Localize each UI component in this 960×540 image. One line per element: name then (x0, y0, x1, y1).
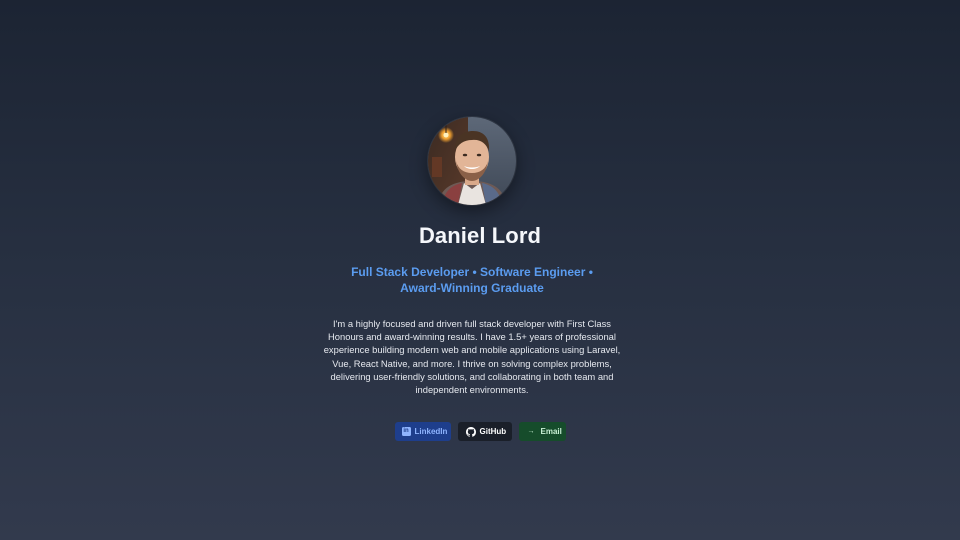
github-icon (465, 426, 476, 437)
github-label: GitHub (479, 427, 507, 436)
email-label: Email (540, 427, 562, 436)
arrow-right-icon: → (527, 428, 535, 435)
linkedin-icon: in (401, 427, 411, 436)
profile-name: Daniel Lord (418, 223, 542, 248)
profile-section: Daniel Lord Full Stack Developer • Softw… (0, 0, 960, 540)
profile-tagline: Full Stack Developer • Software Engineer… (351, 265, 593, 295)
linkedin-button[interactable]: in LinkedIn (394, 422, 451, 441)
profile-avatar (428, 117, 516, 205)
avatar-photo (428, 117, 516, 205)
linkedin-label: LinkedIn (414, 427, 448, 436)
social-links: in LinkedIn GitHub → Email (0, 422, 960, 441)
github-button[interactable]: GitHub (457, 422, 512, 441)
email-button[interactable]: → Email (518, 422, 566, 441)
profile-bio: I'm a highly focused and driven full sta… (323, 318, 621, 396)
